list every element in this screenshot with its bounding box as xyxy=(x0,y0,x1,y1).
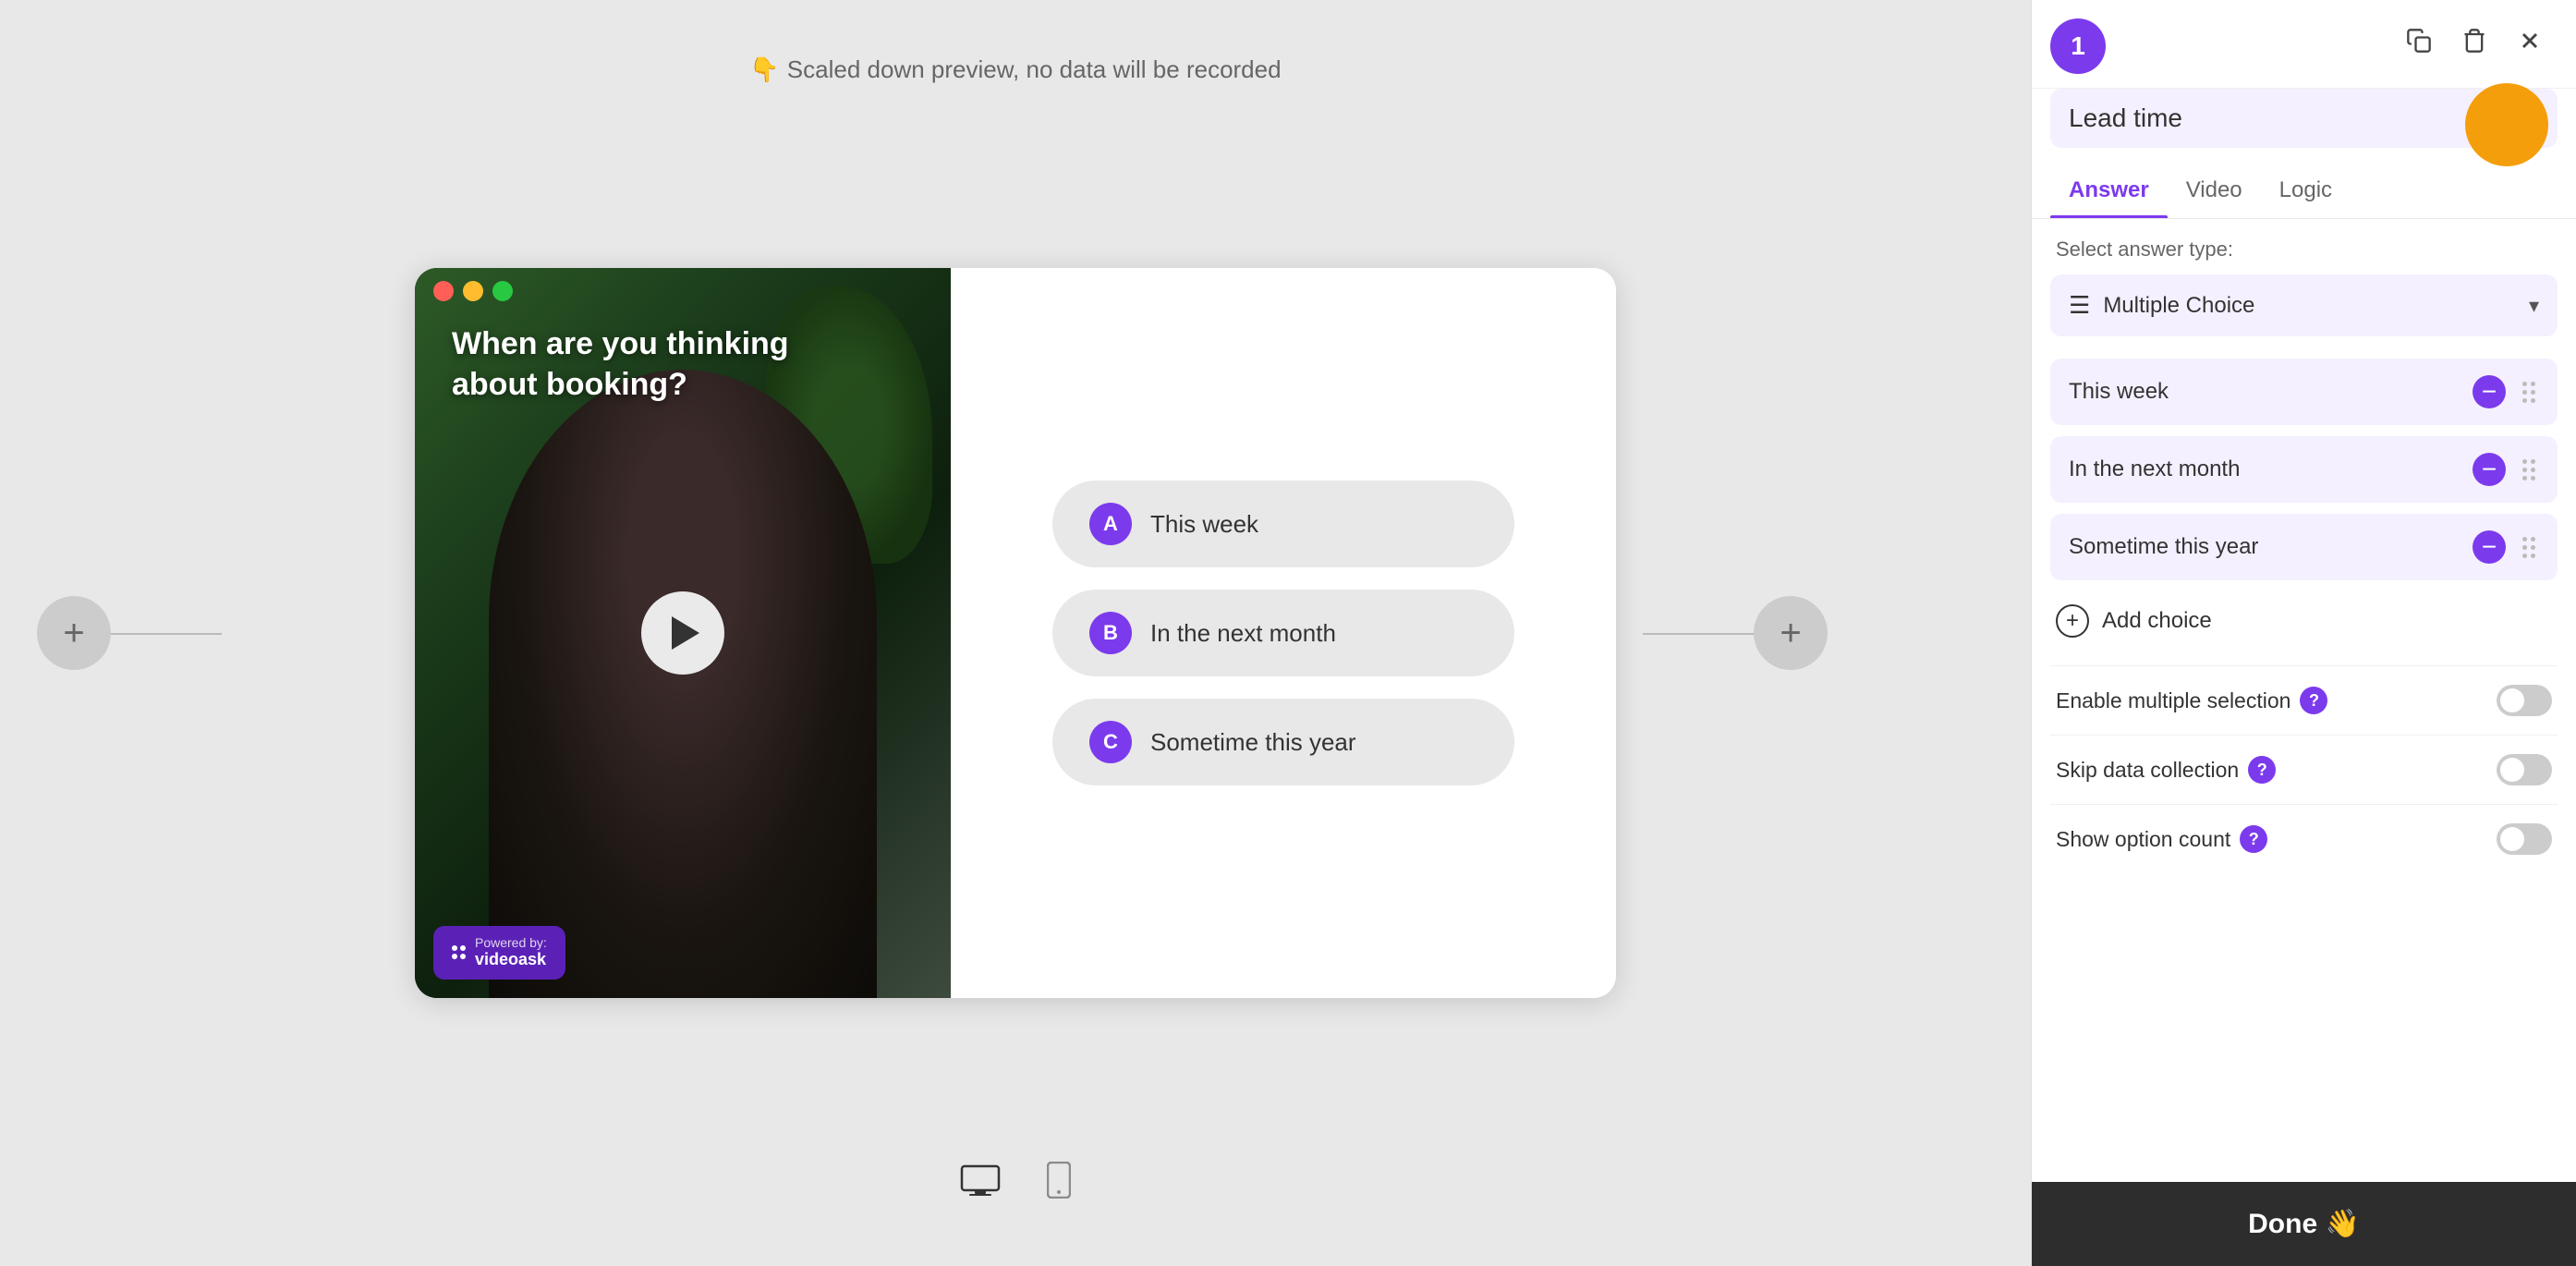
done-label: Done 👋 xyxy=(2248,1208,2360,1240)
add-choice-button[interactable]: + Add choice xyxy=(2050,591,2218,651)
toggle-skip-data-switch[interactable] xyxy=(2497,754,2552,785)
timeline-line-left xyxy=(111,633,222,635)
choice-text-a: This week xyxy=(1150,510,1258,539)
multiple-choice-icon: ☰ xyxy=(2069,291,2090,320)
chevron-down-icon: ▾ xyxy=(2529,294,2539,318)
toggle-multiple-selection-label: Enable multiple selection ? xyxy=(2056,687,2497,714)
choice-item-a[interactable]: A This week xyxy=(1052,481,1514,567)
toggle-show-option-count: Show option count ? xyxy=(2050,804,2558,873)
video-question-text: When are you thinking about booking? xyxy=(452,323,858,405)
timeline-line-right xyxy=(1643,633,1754,635)
video-section: When are you thinking about booking? xyxy=(415,268,951,998)
choice-row-text-2: Sometime this year xyxy=(2069,534,2473,560)
drag-handle-2[interactable] xyxy=(2519,533,2539,562)
help-icon-skip-data[interactable]: ? xyxy=(2248,756,2276,784)
toggle-show-option-count-switch[interactable] xyxy=(2497,823,2552,855)
help-icon-show-option-count[interactable]: ? xyxy=(2240,825,2267,853)
dot-red xyxy=(433,281,454,301)
panel-header xyxy=(2032,0,2576,89)
mobile-view-button[interactable] xyxy=(1038,1152,1080,1211)
choice-text-b: In the next month xyxy=(1150,619,1336,648)
choice-letter-a: A xyxy=(1089,503,1132,545)
add-choice-label: Add choice xyxy=(2102,608,2212,634)
choice-row-text-1: In the next month xyxy=(2069,456,2473,482)
add-step-right-button[interactable]: + xyxy=(1754,596,1828,670)
video-background: When are you thinking about booking? xyxy=(415,268,951,998)
main-canvas: 👇 Scaled down preview, no data will be r… xyxy=(0,0,2031,1266)
choices-section: A This week B In the next month C Someti… xyxy=(951,268,1616,998)
choice-row-2: Sometime this year − xyxy=(2050,514,2558,580)
answer-type-label: Select answer type: xyxy=(2050,237,2558,262)
dot-green xyxy=(492,281,513,301)
dot-yellow xyxy=(463,281,483,301)
remove-choice-0-button[interactable]: − xyxy=(2473,375,2506,408)
remove-choice-1-button[interactable]: − xyxy=(2473,453,2506,486)
tab-answer[interactable]: Answer xyxy=(2050,163,2168,218)
powered-by-text: Powered by: videoask xyxy=(475,935,547,970)
toggle-show-option-count-label: Show option count ? xyxy=(2056,825,2497,853)
close-button[interactable] xyxy=(2511,22,2548,66)
answer-type-value: Multiple Choice xyxy=(2103,293,2516,319)
powered-by-badge: Powered by: videoask xyxy=(433,926,565,980)
copy-button[interactable] xyxy=(2400,22,2437,66)
add-choice-plus-icon: + xyxy=(2056,604,2089,638)
tab-video[interactable]: Video xyxy=(2168,163,2261,218)
choice-row-text-0: This week xyxy=(2069,379,2473,405)
answer-type-select[interactable]: ☰ Multiple Choice ▾ xyxy=(2050,274,2558,336)
panel-tabs: Answer Video Logic xyxy=(2032,163,2576,219)
window-chrome xyxy=(415,268,1616,314)
device-switcher xyxy=(951,1152,1080,1211)
choice-letter-b: B xyxy=(1089,612,1132,654)
toggle-multiple-selection: Enable multiple selection ? xyxy=(2050,665,2558,735)
play-button[interactable] xyxy=(641,591,724,675)
video-card: When are you thinking about booking? xyxy=(415,268,1616,998)
drag-handle-1[interactable] xyxy=(2519,456,2539,484)
tab-logic[interactable]: Logic xyxy=(2261,163,2351,218)
delete-button[interactable] xyxy=(2456,22,2493,66)
desktop-view-button[interactable] xyxy=(951,1152,1010,1211)
person-silhouette xyxy=(489,370,877,998)
done-button[interactable]: Done 👋 xyxy=(2032,1182,2576,1266)
preview-notice: 👇 Scaled down preview, no data will be r… xyxy=(749,55,1281,84)
choice-item-c[interactable]: C Sometime this year xyxy=(1052,699,1514,785)
choice-row-0: This week − xyxy=(2050,359,2558,425)
play-icon xyxy=(672,616,699,650)
choice-row-1: In the next month − xyxy=(2050,436,2558,503)
choice-text-c: Sometime this year xyxy=(1150,728,1356,757)
question-title-input[interactable] xyxy=(2050,89,2558,148)
toggle-skip-data: Skip data collection ? xyxy=(2050,735,2558,804)
help-icon-multiple-selection[interactable]: ? xyxy=(2300,687,2327,714)
choice-letter-c: C xyxy=(1089,721,1132,763)
toggle-skip-data-label: Skip data collection ? xyxy=(2056,756,2497,784)
choice-item-b[interactable]: B In the next month xyxy=(1052,590,1514,676)
videoask-logo xyxy=(452,945,466,959)
remove-choice-2-button[interactable]: − xyxy=(2473,530,2506,564)
add-step-left-button[interactable]: + xyxy=(37,596,111,670)
notice-text: Scaled down preview, no data will be rec… xyxy=(787,55,1282,84)
step-badge: 1 xyxy=(2050,18,2106,74)
drag-handle-0[interactable] xyxy=(2519,378,2539,407)
panel-content: Select answer type: ☰ Multiple Choice ▾ … xyxy=(2032,219,2576,1182)
notice-icon: 👇 xyxy=(749,55,779,84)
right-panel: 1 Answer Video xyxy=(2031,0,2576,1266)
toggle-multiple-selection-switch[interactable] xyxy=(2497,685,2552,716)
